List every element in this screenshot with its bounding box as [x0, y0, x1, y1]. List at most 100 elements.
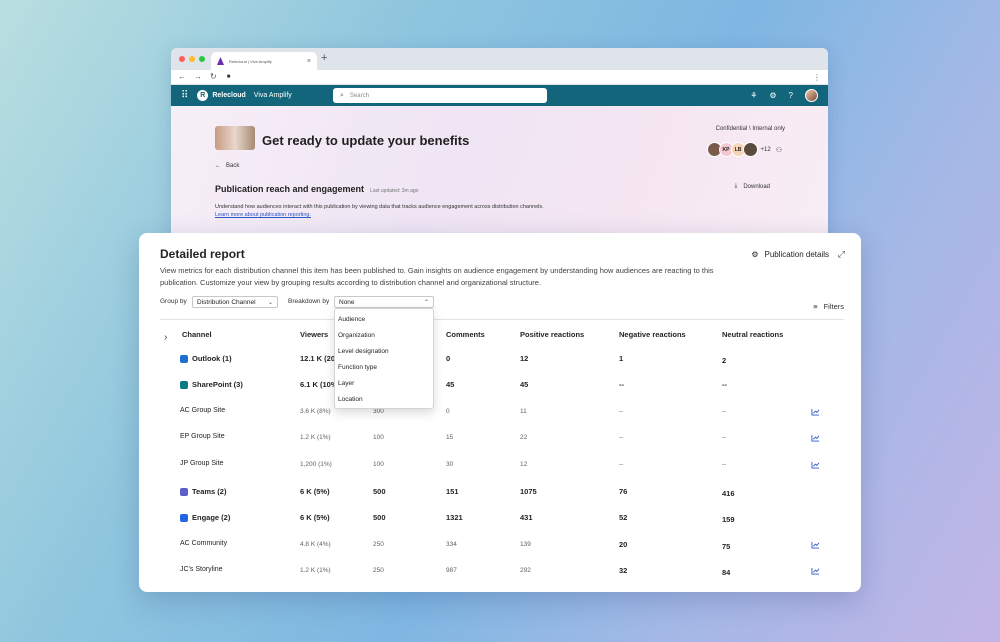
breakdown-option[interactable]: Function type [338, 364, 377, 371]
expand-icon[interactable]: ⤢ [838, 249, 845, 260]
breakdown-option[interactable]: Location [338, 396, 363, 403]
section-title-text: Publication reach and engagement [215, 184, 365, 194]
settings-icon[interactable]: ⚙ [769, 91, 776, 100]
channel-name-text: JP Group Site [180, 460, 224, 467]
column-header-comments[interactable]: Comments [446, 330, 485, 339]
trend-chart-icon[interactable] [811, 434, 820, 442]
publication-details-button[interactable]: ⚙ Publication details [751, 250, 829, 259]
report-title: Detailed report [160, 247, 245, 261]
table-row[interactable]: Engage (2) 6 K (5%) 500 1321 431 52 159 [139, 505, 861, 531]
cell-positive: 292 [520, 567, 531, 574]
expand-all-chevron-icon[interactable]: › [164, 332, 167, 343]
cell-viewers: 1.2 K (1%) [300, 434, 331, 441]
download-button[interactable]: ⤓ Download [735, 183, 770, 190]
cell-comments: 45 [446, 380, 455, 389]
table-row[interactable]: EP Group Site 1.2 K (1%) 100 15 22 -- -- [139, 425, 861, 451]
tab-title: Relecloud | Viva Amplify [229, 58, 272, 64]
close-tab-icon[interactable]: × [307, 58, 311, 65]
channel-name-text: EP Group Site [180, 433, 225, 440]
table-row[interactable]: Teams (2) 6 K (5%) 500 151 1075 76 416 [139, 479, 861, 505]
group-by-select[interactable]: Distribution Channel ⌄ [192, 296, 278, 308]
column-header-viewers[interactable]: Viewers [300, 330, 328, 339]
column-header-positive-reactions[interactable]: Positive reactions [520, 330, 584, 339]
cell-neutral: 84 [722, 568, 731, 577]
cell-positive: 139 [520, 541, 531, 548]
back-arrow-icon[interactable]: ← [178, 73, 186, 81]
cell-neutral: 159 [722, 515, 735, 524]
download-label: Download [743, 183, 770, 190]
breakdown-option[interactable]: Level designation [338, 348, 389, 355]
table-row[interactable]: SharePoint (3) 6.1 K (10% 45 45 -- -- [139, 372, 861, 398]
channel-name: SharePoint (3) [180, 380, 243, 389]
cell-col3: 100 [373, 434, 384, 441]
browser-window: Relecloud | Viva Amplify × + ← → ↻ ■ ⋮ ⠿… [171, 48, 828, 248]
browser-tab[interactable]: Relecloud | Viva Amplify × [211, 52, 317, 70]
learn-more-link[interactable]: Learn more about publication reporting. [215, 212, 311, 218]
trend-chart-icon[interactable] [811, 567, 820, 575]
section-title: Publication reach and engagement Last upd… [215, 184, 418, 194]
facepile-more-count[interactable]: +12 [761, 147, 771, 153]
channel-name-text: AC Community [180, 540, 228, 547]
table-row[interactable]: Outlook (1) 12.1 K (20 0 12 1 2 [139, 346, 861, 372]
search-input[interactable]: Search [350, 93, 369, 99]
cell-negative: -- [619, 380, 624, 389]
cell-col3: 500 [373, 487, 386, 496]
browser-menu-icon[interactable]: ⋮ [813, 73, 821, 82]
column-header-negative-reactions[interactable]: Negative reactions [619, 330, 686, 339]
forward-arrow-icon[interactable]: → [194, 73, 202, 81]
filters-button[interactable]: ≡ Filters [813, 302, 844, 311]
table-row[interactable]: AC Community 4.8 K (4%) 250 334 139 20 75 [139, 532, 861, 558]
channel-name-text: SharePoint (3) [192, 380, 243, 389]
table-row[interactable]: JC's Storyline 1.2 K (1%) 250 987 292 32 84 [139, 558, 861, 584]
close-window-button[interactable] [179, 56, 185, 62]
cell-negative: -- [619, 408, 624, 415]
breakdown-option[interactable]: Layer [338, 380, 354, 387]
facepile-avatar[interactable] [742, 142, 758, 157]
gear-icon: ⚙ [751, 250, 759, 259]
cell-col3: 250 [373, 541, 384, 548]
channel-name: EP Group Site [180, 433, 225, 440]
back-button[interactable]: ← Back [215, 163, 239, 169]
cell-comments: 0 [446, 408, 450, 415]
channel-name-text: Outlook (1) [192, 354, 232, 363]
maximize-window-button[interactable] [199, 56, 205, 62]
add-people-icon[interactable]: ⚇ [776, 146, 782, 154]
audience-facepile[interactable]: KP LB +12 ⚇ [706, 142, 782, 157]
cell-neutral: -- [722, 461, 727, 468]
app-name: Viva Amplify [253, 92, 292, 99]
cell-comments: 334 [446, 541, 457, 548]
breakdown-option[interactable]: Organization [338, 332, 375, 339]
search-icon: ⌕ [340, 91, 344, 99]
app-launcher-icon[interactable]: ⠿ [181, 90, 188, 101]
trend-chart-icon[interactable] [811, 461, 820, 469]
column-header-neutral-reactions[interactable]: Neutral reactions [722, 330, 783, 339]
help-icon[interactable]: ? [789, 91, 793, 100]
copilot-icon[interactable]: ⚘ [750, 91, 757, 100]
cell-positive: 431 [520, 513, 533, 522]
column-header-channel[interactable]: Channel [182, 330, 212, 339]
new-tab-button[interactable]: + [321, 52, 327, 64]
cell-comments: 0 [446, 354, 451, 363]
reload-icon[interactable]: ↻ [210, 73, 217, 81]
table-row[interactable]: JP Group Site 1,200 (1%) 100 30 12 -- -- [139, 452, 861, 478]
table-row[interactable]: AC Group Site 3.6 K (8%) 300 0 11 -- -- [139, 399, 861, 425]
back-label: Back [226, 163, 240, 169]
last-updated: Last updated: 3m ago [370, 188, 419, 194]
trend-chart-icon[interactable] [811, 408, 820, 416]
cell-col3: 500 [373, 513, 386, 522]
cell-positive: 1075 [520, 487, 537, 496]
user-avatar[interactable] [805, 89, 818, 102]
tab-bar: Relecloud | Viva Amplify × + [171, 48, 828, 70]
channel-name: Outlook (1) [180, 354, 232, 363]
cell-positive: 11 [520, 408, 527, 415]
channel-app-icon [180, 380, 188, 389]
viva-amplify-logo-icon [217, 57, 224, 65]
breakdown-option[interactable]: Audience [338, 316, 365, 323]
trend-chart-icon[interactable] [811, 541, 820, 549]
cell-positive: 45 [520, 380, 529, 389]
cell-negative: -- [619, 434, 624, 441]
search-box[interactable]: ⌕ Search [333, 88, 547, 103]
minimize-window-button[interactable] [189, 56, 195, 62]
breakdown-by-select[interactable]: None ⌃ [334, 296, 434, 308]
section-description: Understand how audiences interact with t… [215, 204, 544, 210]
